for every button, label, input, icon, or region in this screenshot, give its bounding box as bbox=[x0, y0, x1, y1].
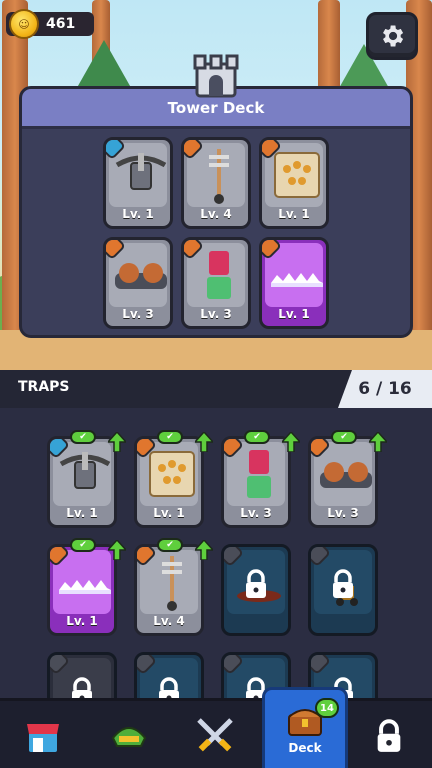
upgrade-arrow-icon bbox=[108, 540, 126, 560]
upgrade-arrow-icon bbox=[282, 432, 300, 452]
coin-icon: ☺ bbox=[9, 9, 39, 39]
in-deck-check-icon: ✔ bbox=[70, 538, 96, 552]
card-level: Lv. 1 bbox=[66, 614, 98, 628]
notification-badge: 14 bbox=[315, 698, 339, 718]
deck-card-spring-spear[interactable]: Lv. 4 bbox=[181, 137, 251, 229]
deck-card-piston[interactable]: Lv. 3 bbox=[181, 237, 251, 329]
nav-deck[interactable]: Deck 14 bbox=[262, 687, 348, 768]
helmet-icon bbox=[111, 727, 147, 747]
trap-card-locked[interactable] bbox=[308, 544, 378, 636]
card-level: Lv. 4 bbox=[153, 614, 185, 628]
deck-card-spike-plate[interactable]: Lv. 1 bbox=[259, 137, 329, 229]
nav-heroes[interactable] bbox=[86, 701, 172, 768]
card-level: Lv. 3 bbox=[327, 506, 359, 520]
trap-card-saw-blade[interactable]: Lv. 1 bbox=[47, 544, 117, 636]
settings-button[interactable] bbox=[366, 12, 418, 60]
nav-locked[interactable] bbox=[346, 701, 432, 768]
shop-icon bbox=[27, 724, 59, 752]
card-level: Lv. 1 bbox=[278, 307, 310, 321]
trap-card-spike-plate[interactable]: Lv. 1 bbox=[134, 436, 204, 528]
gear-icon bbox=[383, 25, 404, 47]
lock-icon bbox=[246, 569, 266, 598]
coin-amount: 461 bbox=[46, 16, 76, 32]
in-deck-check-icon: ✔ bbox=[70, 430, 96, 444]
card-level: Lv. 1 bbox=[153, 506, 185, 520]
deck-card-crossbow[interactable]: Lv. 1 bbox=[103, 137, 173, 229]
upgrade-arrow-icon bbox=[369, 432, 387, 452]
deck-card-saw-blade[interactable]: Lv. 1 bbox=[259, 237, 329, 329]
card-level: Lv. 4 bbox=[200, 207, 232, 221]
in-deck-check-icon: ✔ bbox=[244, 430, 270, 444]
trap-card-twin-cannon[interactable]: Lv. 3 bbox=[308, 436, 378, 528]
castle-icon bbox=[193, 54, 239, 98]
card-level: Lv. 3 bbox=[200, 307, 232, 321]
lock-icon bbox=[333, 569, 353, 598]
in-deck-check-icon: ✔ bbox=[157, 430, 183, 444]
lock-icon bbox=[377, 719, 401, 752]
trap-card-locked[interactable] bbox=[221, 544, 291, 636]
card-level: Lv. 3 bbox=[240, 506, 272, 520]
upgrade-arrow-icon bbox=[195, 432, 213, 452]
nav-battle[interactable] bbox=[172, 701, 258, 768]
in-deck-check-icon: ✔ bbox=[157, 538, 183, 552]
nav-deck-label: Deck bbox=[288, 741, 322, 755]
deck-card-twin-cannon[interactable]: Lv. 3 bbox=[103, 237, 173, 329]
trap-card-piston[interactable]: Lv. 3 bbox=[221, 436, 291, 528]
traps-count: 6 / 16 bbox=[338, 370, 432, 408]
crossed-swords-icon bbox=[197, 718, 233, 752]
traps-title: TRAPS bbox=[18, 379, 70, 395]
in-deck-check-icon: ✔ bbox=[331, 430, 357, 444]
card-level: Lv. 1 bbox=[278, 207, 310, 221]
upgrade-arrow-icon bbox=[108, 432, 126, 452]
card-level: Lv. 3 bbox=[122, 307, 154, 321]
upgrade-arrow-icon bbox=[195, 540, 213, 560]
trap-card-crossbow[interactable]: Lv. 1 bbox=[47, 436, 117, 528]
bottom-nav: Deck 14 bbox=[0, 687, 432, 768]
trap-card-spring-spear[interactable]: Lv. 4 bbox=[134, 544, 204, 636]
card-level: Lv. 1 bbox=[122, 207, 154, 221]
nav-shop[interactable] bbox=[0, 701, 86, 768]
card-level: Lv. 1 bbox=[66, 506, 98, 520]
